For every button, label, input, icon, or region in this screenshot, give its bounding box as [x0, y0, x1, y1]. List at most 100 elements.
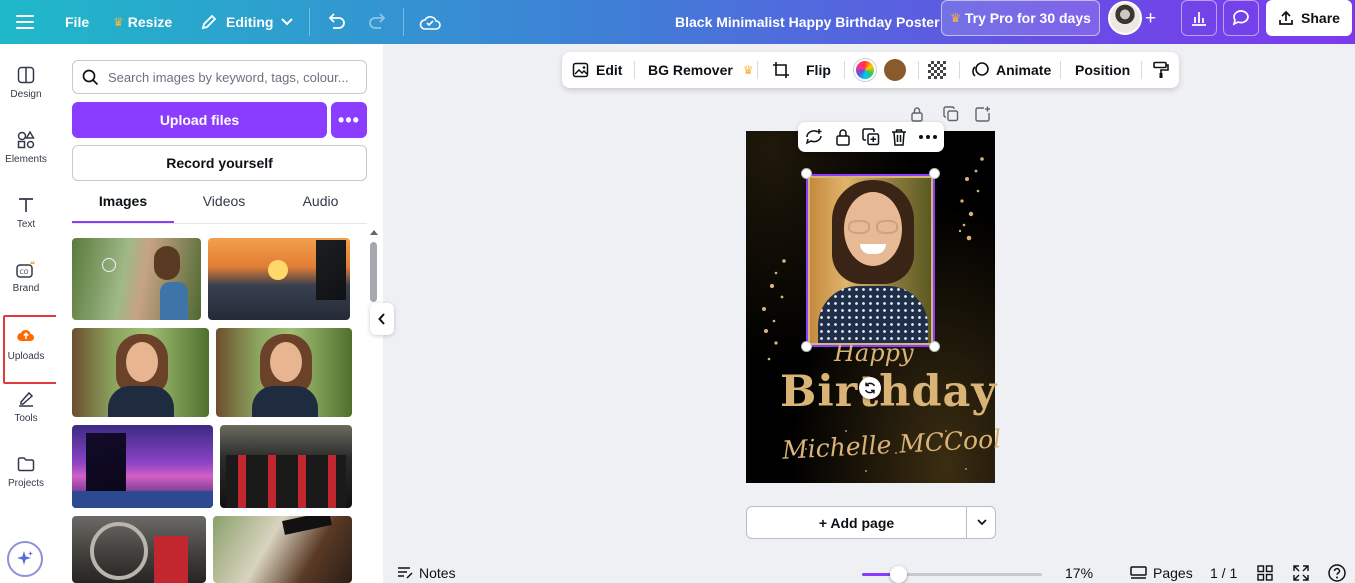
crop-button[interactable]: [772, 52, 790, 88]
record-yourself-button[interactable]: Record yourself: [72, 145, 367, 181]
crown-icon: ♛: [950, 11, 961, 25]
zoom-level[interactable]: 17%: [1065, 562, 1093, 583]
birthday-text[interactable]: Birthday: [780, 367, 997, 417]
copy-style-button[interactable]: [1152, 52, 1170, 88]
upload-thumbnail[interactable]: [216, 328, 352, 417]
panel-scrollbar[interactable]: [370, 242, 377, 302]
notes-icon: [397, 566, 413, 580]
resize-button[interactable]: ♛Resize: [113, 0, 172, 44]
happy-text[interactable]: Happy: [834, 339, 914, 367]
add-page-icon[interactable]: [975, 106, 991, 122]
flip-button[interactable]: Flip: [806, 52, 831, 88]
try-pro-button[interactable]: ♛Try Pro for 30 days: [941, 0, 1100, 36]
menu-button[interactable]: [16, 0, 34, 44]
redo-icon: [368, 13, 388, 31]
resize-handle[interactable]: [929, 168, 940, 179]
notes-button[interactable]: Notes: [397, 562, 456, 583]
insights-button[interactable]: [1181, 0, 1217, 36]
position-button[interactable]: Position: [1075, 52, 1130, 88]
selection-box[interactable]: [806, 174, 935, 347]
duplicate-page-icon[interactable]: [943, 106, 959, 122]
color-swatch-button[interactable]: [884, 52, 906, 88]
help-icon: [1328, 564, 1346, 582]
rail-item-brand[interactable]: CO Brand: [0, 260, 52, 294]
crown-icon: ♛: [113, 15, 124, 29]
upload-thumbnail[interactable]: [213, 516, 352, 583]
add-page-button[interactable]: + Add page: [747, 507, 966, 538]
document-title[interactable]: Black Minimalist Happy Birthday Poster: [675, 0, 940, 44]
add-comment-icon[interactable]: [805, 128, 823, 146]
rotate-handle[interactable]: [859, 377, 881, 399]
avatar[interactable]: [1108, 1, 1142, 35]
rail-label: Tools: [14, 413, 37, 424]
resize-handle[interactable]: [801, 168, 812, 179]
hamburger-icon: [16, 15, 34, 29]
more-options-icon[interactable]: [919, 135, 937, 139]
collapse-panel-button[interactable]: [370, 303, 394, 335]
text-icon: [17, 196, 35, 214]
rail-item-text[interactable]: Text: [0, 196, 52, 230]
divider: [403, 8, 404, 36]
search-box[interactable]: [72, 60, 367, 94]
lock-icon[interactable]: [835, 128, 851, 146]
edit-image-button[interactable]: Edit: [572, 52, 622, 88]
palm-shape: [86, 433, 126, 497]
scroll-up-icon[interactable]: [370, 229, 378, 235]
upload-files-button[interactable]: Upload files: [72, 102, 327, 138]
tab-images[interactable]: Images: [72, 193, 174, 223]
more-upload-options-button[interactable]: •••: [331, 102, 367, 138]
tab-videos[interactable]: Videos: [174, 193, 274, 223]
divider: [959, 61, 960, 79]
duplicate-icon[interactable]: [862, 128, 880, 146]
divider: [634, 61, 635, 79]
zoom-slider[interactable]: [862, 573, 1042, 576]
bar-chart-icon: [1190, 9, 1208, 27]
pages-button[interactable]: Pages: [1130, 562, 1193, 583]
add-page-group: + Add page: [746, 506, 996, 539]
cloud-save-button[interactable]: [419, 0, 441, 44]
comments-button[interactable]: [1223, 0, 1259, 36]
shirt-shape: [108, 386, 174, 417]
face-shape: [126, 342, 158, 382]
upload-thumbnail[interactable]: [72, 516, 206, 583]
layout-icon: [17, 66, 35, 84]
side-rail: Design Elements Text CO Brand Uploads To…: [0, 44, 56, 583]
grid-view-button[interactable]: [1257, 562, 1273, 583]
upload-thumbnail[interactable]: [208, 238, 350, 320]
rail-item-design[interactable]: Design: [0, 66, 52, 100]
rail-item-tools[interactable]: Tools: [0, 390, 52, 424]
redo-button[interactable]: [368, 0, 388, 44]
resize-handle[interactable]: [801, 341, 812, 352]
upload-thumbnail[interactable]: [220, 425, 352, 508]
tab-audio[interactable]: Audio: [274, 193, 367, 223]
share-label: Share: [1301, 10, 1340, 26]
search-input[interactable]: [108, 70, 358, 85]
add-collaborator-icon[interactable]: +: [1145, 8, 1156, 30]
bg-remover-button[interactable]: BG Remover♛: [648, 52, 758, 88]
magic-button[interactable]: [7, 541, 43, 577]
undo-button[interactable]: [326, 0, 346, 44]
rail-item-projects[interactable]: Projects: [0, 455, 52, 489]
upload-thumbnail[interactable]: [72, 425, 213, 508]
share-button[interactable]: Share: [1266, 0, 1352, 36]
editing-dropdown[interactable]: Editing: [200, 0, 293, 44]
add-page-options-button[interactable]: [967, 507, 996, 538]
fullscreen-button[interactable]: [1293, 562, 1309, 583]
resize-handle[interactable]: [929, 341, 940, 352]
color-picker-button[interactable]: [854, 52, 876, 88]
upload-thumbnail[interactable]: [72, 238, 201, 320]
rail-label: Projects: [8, 478, 44, 489]
zoom-slider-knob[interactable]: [890, 566, 907, 583]
file-menu[interactable]: File: [65, 0, 89, 44]
help-button[interactable]: [1328, 562, 1346, 583]
upload-thumbnail[interactable]: [72, 328, 209, 417]
animate-button[interactable]: Animate: [972, 52, 1051, 88]
transparency-button[interactable]: [928, 52, 946, 88]
gown-shape: [154, 536, 188, 583]
expand-icon: [1293, 565, 1309, 581]
rail-item-elements[interactable]: Elements: [0, 131, 52, 165]
lock-page-icon[interactable]: [910, 106, 924, 122]
trash-icon[interactable]: [891, 128, 907, 146]
chevron-down-icon: [977, 519, 987, 526]
editing-label: Editing: [226, 14, 273, 30]
